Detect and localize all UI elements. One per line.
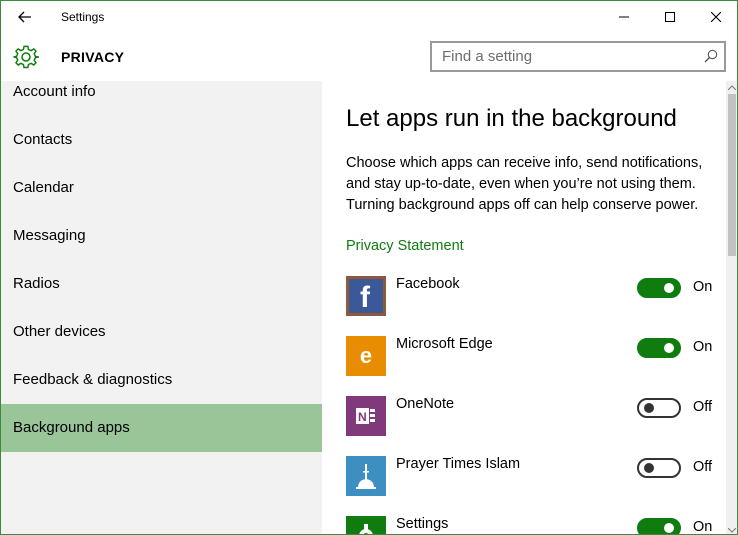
- app-row-settings: Settings On: [346, 516, 726, 535]
- onenote-toggle[interactable]: [637, 398, 681, 418]
- microsoft-edge-toggle[interactable]: [637, 338, 681, 358]
- sidebar-item-other-devices[interactable]: Other devices: [1, 308, 322, 356]
- sidebar-item-contacts[interactable]: Contacts: [1, 116, 322, 164]
- close-icon: [711, 12, 721, 22]
- scroll-up-button[interactable]: [726, 81, 737, 93]
- app-row-microsoft-edge: e Microsoft Edge On: [346, 336, 726, 376]
- close-button[interactable]: [693, 1, 737, 33]
- app-name: Microsoft Edge: [396, 336, 493, 352]
- maximize-icon: [665, 12, 675, 22]
- facebook-toggle[interactable]: [637, 278, 681, 298]
- maximize-button[interactable]: [647, 1, 693, 33]
- title-bar: Settings: [1, 1, 737, 33]
- app-row-facebook: f Facebook On: [346, 276, 726, 316]
- search-box[interactable]: [430, 41, 726, 72]
- search-input[interactable]: [432, 43, 694, 70]
- sidebar-item-calendar[interactable]: Calendar: [1, 164, 322, 212]
- svg-text:N: N: [358, 410, 367, 424]
- sidebar-item-account-info[interactable]: Account info: [1, 81, 322, 116]
- page-title: Let apps run in the background: [346, 105, 677, 132]
- main-scrollbar[interactable]: [726, 81, 737, 534]
- edge-icon: e: [346, 336, 386, 376]
- toggle-state-label: On: [693, 339, 713, 355]
- sidebar: Account info Contacts Calendar Messaging…: [1, 81, 322, 534]
- prayer-times-islam-toggle[interactable]: [637, 458, 681, 478]
- app-row-onenote: N OneNote Off: [346, 396, 726, 436]
- minimize-icon: [619, 16, 629, 18]
- sidebar-item-background-apps[interactable]: Background apps: [1, 404, 322, 452]
- scroll-down-button[interactable]: [726, 524, 737, 534]
- toggle-state-label: On: [693, 279, 713, 295]
- section-title: PRIVACY: [61, 49, 125, 65]
- toggle-state-label: On: [693, 519, 713, 535]
- settings-window: Settings PRIVACY Find a setting Account …: [0, 0, 738, 535]
- main-content: Let apps run in the background Choose wh…: [322, 81, 726, 535]
- window-title: Settings: [61, 10, 105, 24]
- app-name: Facebook: [396, 276, 460, 292]
- sidebar-item-radios[interactable]: Radios: [1, 260, 322, 308]
- toggle-knob: [644, 463, 654, 473]
- search-icon[interactable]: [704, 49, 718, 63]
- toggle-state-label: Off: [693, 459, 713, 475]
- gear-icon: [13, 45, 39, 69]
- toggle-knob: [644, 403, 654, 413]
- settings-gear-icon: [346, 516, 386, 534]
- sidebar-item-messaging[interactable]: Messaging: [1, 212, 322, 260]
- page-header: PRIVACY: [1, 33, 737, 81]
- facebook-icon: f: [346, 276, 386, 316]
- back-button[interactable]: [7, 1, 43, 33]
- chevron-down-icon: [728, 527, 736, 533]
- chevron-up-icon: [728, 84, 736, 90]
- toggle-state-label: Off: [693, 399, 713, 415]
- app-name: Settings: [396, 516, 449, 532]
- mosque-icon: [346, 456, 386, 496]
- sidebar-item-feedback-diagnostics[interactable]: Feedback & diagnostics: [1, 356, 322, 404]
- toggle-knob: [664, 283, 674, 293]
- toggle-knob: [664, 523, 674, 533]
- page-description: Choose which apps can receive info, send…: [346, 155, 703, 213]
- app-row-prayer-times-islam: Prayer Times Islam Off: [346, 456, 726, 496]
- app-name: Prayer Times Islam: [396, 456, 521, 472]
- settings-toggle[interactable]: [637, 518, 681, 534]
- privacy-statement-link[interactable]: Privacy Statement: [346, 238, 464, 254]
- onenote-icon: N: [346, 396, 386, 436]
- app-name: OneNote: [396, 396, 455, 412]
- back-arrow-icon: [18, 11, 31, 23]
- scroll-thumb[interactable]: [728, 94, 736, 256]
- toggle-knob: [664, 343, 674, 353]
- minimize-button[interactable]: [601, 1, 647, 33]
